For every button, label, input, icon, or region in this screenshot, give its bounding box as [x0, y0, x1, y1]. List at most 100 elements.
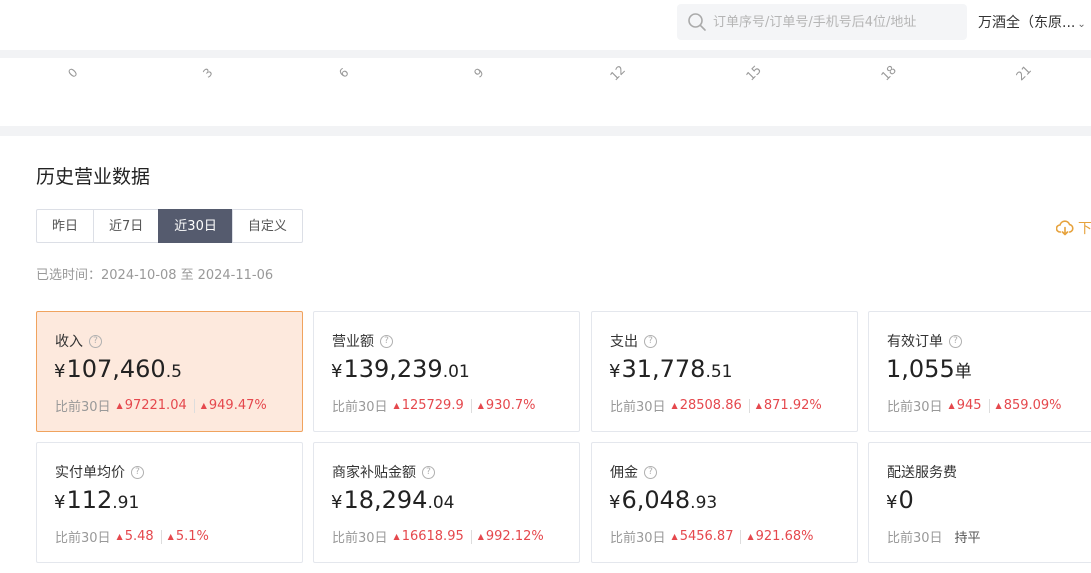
metric-value-int: 112: [66, 486, 113, 514]
range-end: 2024-11-06: [197, 268, 274, 283]
download-label: 下: [1078, 221, 1091, 237]
comparison-percent: ▲ 871.92%: [756, 398, 822, 413]
metric-value: ¥18,294.04: [331, 486, 454, 514]
metric-value-int: 107,460: [66, 355, 166, 383]
percent-value: 921.68%: [755, 529, 814, 544]
metric-comparison: 比前30日 ▲ 97221.04 ▲ 949.47%: [55, 396, 267, 415]
arrow-up-icon: ▲: [671, 401, 678, 410]
question-circle-icon[interactable]: ?: [644, 334, 657, 348]
comparison-label: 比前30日: [55, 531, 111, 546]
metric-card-revenue[interactable]: 营业额? ¥139,239.01 比前30日 ▲ 125729.9 ▲ 930.7%: [313, 311, 580, 432]
metric-card-income[interactable]: 收入? ¥107,460.5 比前30日 ▲ 97221.04 ▲ 949.47%: [36, 311, 303, 432]
currency-symbol: ¥: [886, 492, 898, 513]
metric-label: 佣金?: [610, 462, 657, 482]
divider: [748, 398, 750, 413]
tab-custom[interactable]: 自定义: [231, 209, 303, 243]
metric-value: ¥107,460.5: [54, 355, 182, 383]
metric-card-delivery-fee[interactable]: 配送服务费 ¥0 比前30日 持平: [868, 442, 1091, 563]
metric-label: 收入?: [55, 331, 102, 351]
tab-last-30-days[interactable]: 近30日: [158, 209, 233, 243]
metric-card-commission[interactable]: 佣金? ¥6,048.93 比前30日 ▲ 5456.87 ▲ 921.68%: [591, 442, 858, 563]
metric-value-int: 18,294: [343, 486, 428, 514]
metric-label-text: 支出: [610, 334, 638, 350]
metric-card-merchant-subsidy[interactable]: 商家补贴金额? ¥18,294.04 比前30日 ▲ 16618.95 ▲ 992.12%: [313, 442, 580, 563]
metric-label-text: 实付单均价: [55, 465, 125, 481]
section-title: 历史营业数据: [36, 166, 151, 188]
comparison-delta: ▲ 5.48: [117, 529, 154, 544]
delta-value: 97221.04: [124, 398, 187, 413]
question-circle-icon[interactable]: ?: [422, 465, 435, 479]
arrow-up-icon: ▲: [116, 401, 123, 410]
store-name: 万酒全（东原...: [978, 15, 1076, 31]
section-divider: [0, 126, 1091, 136]
arrow-up-icon: ▲: [167, 532, 174, 541]
delta-value: 5.48: [124, 529, 154, 544]
comparison-label: 比前30日: [610, 531, 666, 546]
metric-comparison: 比前30日 ▲ 28508.86 ▲ 871.92%: [610, 396, 822, 415]
metric-label-text: 有效订单: [887, 334, 943, 350]
date-range-tabs: 昨日 近7日 近30日 自定义: [36, 209, 303, 243]
tab-last-7-days[interactable]: 近7日: [93, 209, 160, 243]
metric-comparison: 比前30日 ▲ 5.48 ▲ 5.1%: [55, 527, 209, 546]
store-selector[interactable]: 万酒全（东原... ⌄: [978, 12, 1086, 32]
comparison-label: 比前30日: [610, 400, 666, 415]
currency-symbol: ¥: [54, 492, 66, 513]
axis-tick-label: 15: [742, 62, 764, 84]
question-circle-icon[interactable]: ?: [949, 334, 962, 348]
metric-label-text: 营业额: [332, 334, 374, 350]
percent-value: 5.1%: [175, 529, 209, 544]
metric-value: ¥6,048.93: [609, 486, 717, 514]
comparison-flat: 持平: [954, 531, 981, 546]
metric-value-int: 6,048: [621, 486, 691, 514]
comparison-percent: ▲ 5.1%: [168, 529, 209, 544]
arrow-up-icon: ▲: [393, 532, 400, 541]
question-circle-icon[interactable]: ?: [131, 465, 144, 479]
comparison-label: 比前30日: [887, 531, 943, 546]
currency-symbol: ¥: [331, 361, 343, 382]
axis-tick-label: 9: [471, 65, 487, 81]
metric-comparison: 比前30日 持平: [887, 527, 981, 546]
metric-value-dec: .01: [442, 362, 470, 382]
percent-value: 859.09%: [1003, 398, 1062, 413]
metric-value-dec: .5: [165, 362, 182, 382]
question-circle-icon[interactable]: ?: [644, 465, 657, 479]
question-circle-icon[interactable]: ?: [380, 334, 393, 348]
comparison-percent: ▲ 930.7%: [478, 398, 536, 413]
arrow-up-icon: ▲: [747, 532, 754, 541]
download-button[interactable]: 下: [1056, 218, 1091, 238]
metric-comparison: 比前30日 ▲ 16618.95 ▲ 992.12%: [332, 527, 544, 546]
axis-tick-label: 12: [607, 62, 629, 84]
metric-card-expense[interactable]: 支出? ¥31,778.51 比前30日 ▲ 28508.86 ▲ 871.92%: [591, 311, 858, 432]
order-search-box[interactable]: [677, 4, 967, 40]
metric-card-avg-order-price[interactable]: 实付单均价? ¥112.91 比前30日 ▲ 5.48 ▲ 5.1%: [36, 442, 303, 563]
arrow-up-icon: ▲: [948, 401, 955, 410]
comparison-delta: ▲ 125729.9: [394, 398, 464, 413]
axis-tick-label: 0: [65, 65, 81, 81]
comparison-percent: ▲ 992.12%: [478, 529, 544, 544]
metric-comparison: 比前30日 ▲ 125729.9 ▲ 930.7%: [332, 396, 535, 415]
hourly-chart-axis: 0 3 6 9 12 15 18 21: [0, 58, 1091, 126]
metric-label: 有效订单?: [887, 331, 962, 351]
delta-value: 5456.87: [679, 529, 734, 544]
arrow-up-icon: ▲: [477, 401, 484, 410]
divider: [740, 529, 742, 544]
arrow-up-icon: ▲: [200, 401, 207, 410]
metric-value: 1,055单: [886, 355, 972, 383]
comparison-delta: ▲ 97221.04: [117, 398, 187, 413]
comparison-delta: ▲ 5456.87: [672, 529, 734, 544]
delta-value: 125729.9: [401, 398, 464, 413]
tab-yesterday[interactable]: 昨日: [36, 209, 95, 243]
divider: [160, 529, 162, 544]
metric-value: ¥112.91: [54, 486, 139, 514]
arrow-up-icon: ▲: [671, 532, 678, 541]
metric-card-valid-orders[interactable]: 有效订单? 1,055单 比前30日 ▲ 945 ▲ 859.09%: [868, 311, 1091, 432]
chevron-down-icon: ⌄: [1077, 19, 1086, 30]
search-input[interactable]: [711, 13, 955, 31]
currency-symbol: ¥: [609, 361, 621, 382]
metric-label-text: 商家补贴金额: [332, 465, 416, 481]
metric-comparison: 比前30日 ▲ 945 ▲ 859.09%: [887, 396, 1062, 415]
question-circle-icon[interactable]: ?: [89, 334, 102, 348]
comparison-label: 比前30日: [55, 400, 111, 415]
metric-label: 商家补贴金额?: [332, 462, 435, 482]
metric-value-int: 31,778: [621, 355, 706, 383]
